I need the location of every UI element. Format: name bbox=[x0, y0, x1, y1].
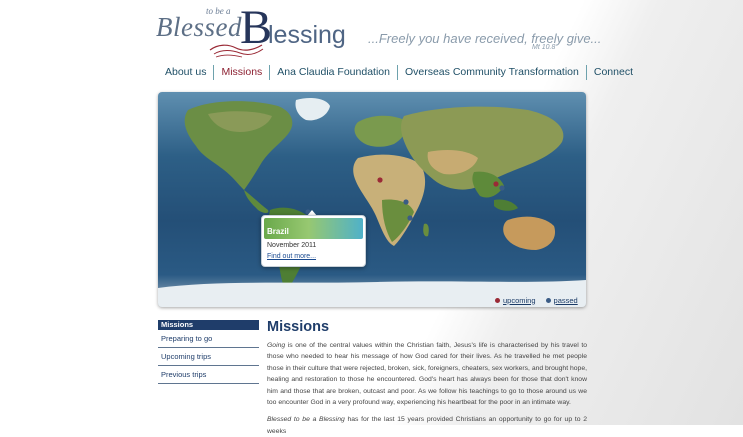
nav-item-about-us[interactable]: About us bbox=[158, 65, 213, 80]
tagline-reference: Mt 10.8 bbox=[532, 44, 556, 51]
passed-dot-icon bbox=[545, 297, 551, 303]
nav-item-missions[interactable]: Missions bbox=[213, 64, 269, 80]
main-nav: About us Missions Ana Claudia Foundation… bbox=[158, 63, 640, 81]
paragraph-intro: Going is one of the central values withi… bbox=[267, 340, 587, 408]
page: Blessed to be a B lessing ...Freely you … bbox=[0, 0, 743, 435]
nav-item-connect[interactable]: Connect bbox=[585, 64, 640, 80]
paragraph-intro-body: is one of the central values within the … bbox=[267, 342, 587, 407]
marker-passed[interactable] bbox=[403, 199, 409, 205]
paragraph-second-lead: Blessed to be a Blessing bbox=[267, 416, 345, 424]
sidebar: Missions Preparing to go Upcoming trips … bbox=[158, 320, 259, 384]
marker-passed[interactable] bbox=[407, 215, 413, 221]
sidebar-heading: Missions bbox=[158, 320, 259, 330]
upcoming-dot-icon bbox=[495, 297, 500, 303]
sidebar-item-previous-trips[interactable]: Previous trips bbox=[158, 366, 259, 384]
popup-date: November 2011 bbox=[267, 242, 317, 249]
marker-upcoming[interactable] bbox=[493, 181, 499, 187]
sidebar-item-upcoming-trips[interactable]: Upcoming trips bbox=[158, 348, 259, 366]
page-title: Missions bbox=[267, 319, 330, 335]
paragraph-intro-lead: Going bbox=[267, 342, 286, 349]
location-popup: Brazil November 2011 Find out more... bbox=[261, 215, 366, 267]
sidebar-item-preparing-to-go[interactable]: Preparing to go bbox=[158, 330, 259, 348]
nav-item-overseas-community-transformation[interactable]: Overseas Community Transformation bbox=[396, 64, 586, 80]
popup-title: Brazil bbox=[267, 227, 289, 236]
legend-upcoming-link[interactable]: upcoming bbox=[503, 296, 536, 305]
world-map[interactable] bbox=[158, 92, 586, 307]
giving-hand-icon bbox=[209, 44, 264, 58]
logo-word-lessing: lessing bbox=[268, 21, 346, 49]
popup-find-out-more-link[interactable]: Find out more... bbox=[267, 253, 316, 260]
nav-item-ana-claudia-foundation[interactable]: Ana Claudia Foundation bbox=[269, 64, 397, 80]
marker-upcoming[interactable] bbox=[377, 177, 383, 183]
world-map-graphic bbox=[158, 98, 586, 307]
legend-passed-link[interactable]: passed bbox=[554, 296, 578, 305]
logo-word-to-be-a: to be a bbox=[206, 6, 231, 16]
marker-passed[interactable] bbox=[499, 185, 505, 191]
paragraph-second: Blessed to be a Blessing has for the las… bbox=[267, 414, 587, 437]
main-content: Missions Going is one of the central val… bbox=[267, 318, 587, 437]
map-legend: upcoming passed bbox=[495, 294, 588, 306]
site-logo[interactable]: Blessed to be a B lessing bbox=[156, 4, 356, 64]
tagline: ...Freely you have received, freely give… bbox=[368, 31, 602, 46]
